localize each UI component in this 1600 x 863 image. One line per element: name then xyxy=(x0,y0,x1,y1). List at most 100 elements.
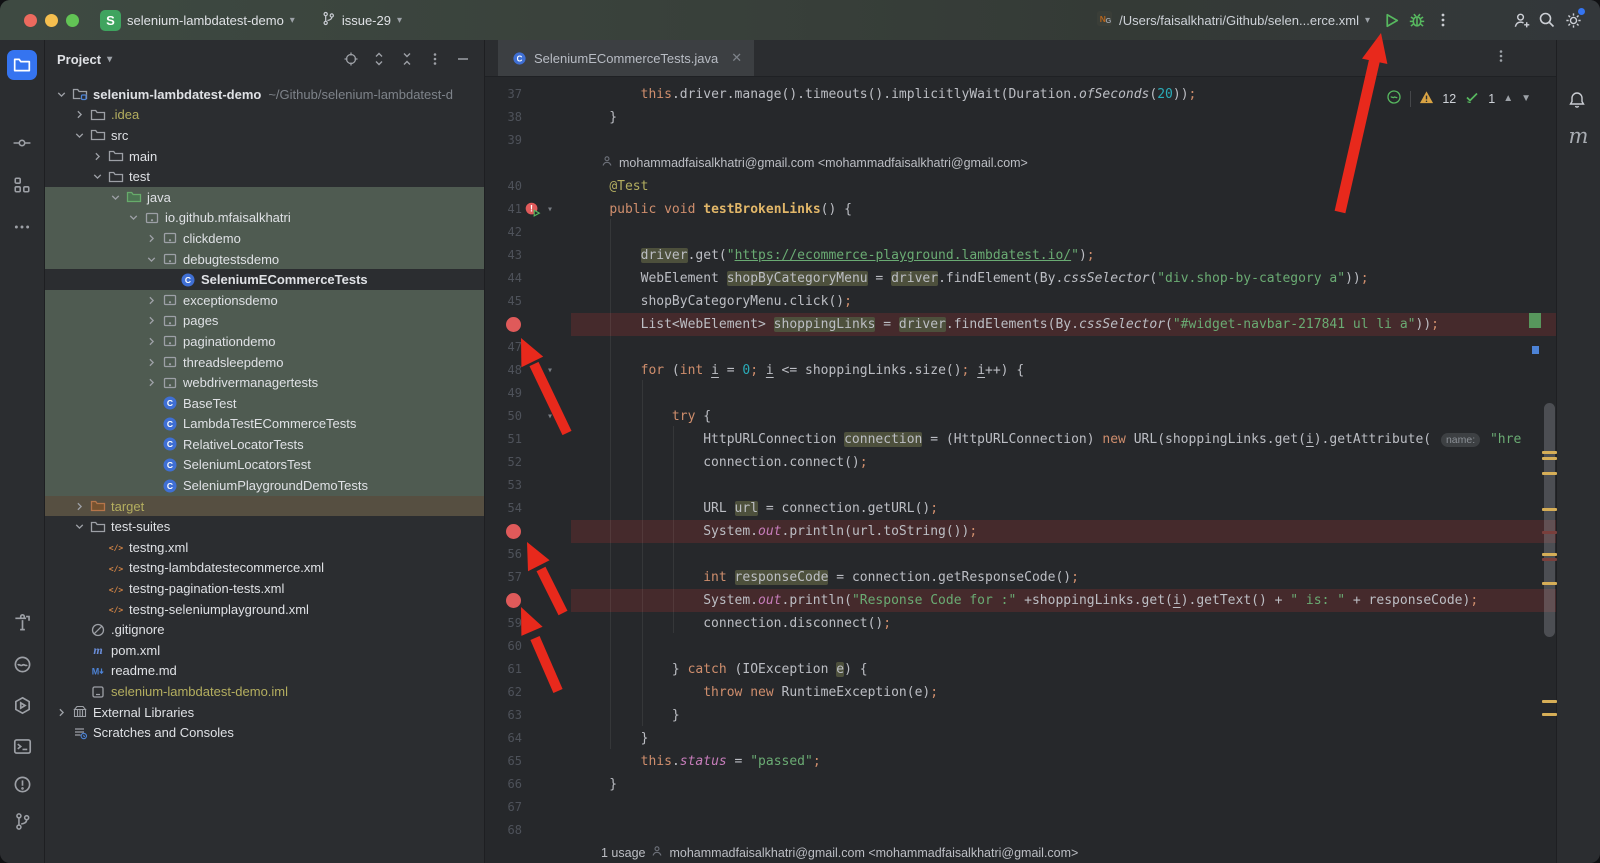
chevron-right-icon[interactable] xyxy=(143,232,160,245)
gutter[interactable]: 54 xyxy=(485,497,571,520)
gutter[interactable]: 56 xyxy=(485,543,571,566)
tree-item-testng-lambdatestecommerce-xml[interactable]: </>testng-lambdatestecommerce.xml xyxy=(45,558,484,579)
tree-item-test[interactable]: test xyxy=(45,166,484,187)
search-everywhere-button[interactable] xyxy=(1534,7,1560,33)
debug-button[interactable] xyxy=(1404,7,1430,33)
fold-chevron-icon[interactable]: ▾ xyxy=(547,359,553,382)
prev-problem-icon[interactable]: ▲ xyxy=(1503,93,1513,104)
chevron-right-icon[interactable] xyxy=(53,706,70,719)
gutter[interactable]: 60 xyxy=(485,635,571,658)
gutter[interactable]: 41!▾ xyxy=(485,198,571,221)
tree-item-testng-pagination-tests-xml[interactable]: </>testng-pagination-tests.xml xyxy=(45,578,484,599)
project-widget[interactable]: S selenium-lambdatest-demo ▾ xyxy=(92,6,303,35)
commit-tool-button[interactable] xyxy=(7,128,37,158)
tree-item-external-libraries[interactable]: External Libraries xyxy=(45,702,484,723)
version-control-tool-button[interactable] xyxy=(7,806,37,836)
chevron-down-icon[interactable] xyxy=(107,191,124,204)
chevron-down-icon[interactable] xyxy=(143,253,160,266)
gutter[interactable]: 65 xyxy=(485,750,571,773)
maven-tool-button[interactable]: m xyxy=(1557,124,1600,148)
collapse-all-button[interactable] xyxy=(394,46,420,72)
chevron-down-icon[interactable] xyxy=(71,520,88,533)
gutter[interactable]: 63 xyxy=(485,704,571,727)
chevron-right-icon[interactable] xyxy=(71,500,88,513)
hide-panel-button[interactable] xyxy=(450,46,476,72)
tree-item-selenium-lambdatest-demo-iml[interactable]: selenium-lambdatest-demo.iml xyxy=(45,681,484,702)
code-with-me-button[interactable] xyxy=(1508,7,1534,33)
tree-item-pages[interactable]: pages xyxy=(45,311,484,332)
tree-item-java[interactable]: java xyxy=(45,187,484,208)
close-tab-icon[interactable]: ✕ xyxy=(731,50,742,66)
tree-item--idea[interactable]: .idea xyxy=(45,105,484,126)
chevron-right-icon[interactable] xyxy=(143,294,160,307)
tree-item-target[interactable]: target xyxy=(45,496,484,517)
panel-options-button[interactable] xyxy=(422,46,448,72)
gutter[interactable]: 68 xyxy=(485,819,571,842)
chevron-right-icon[interactable] xyxy=(143,335,160,348)
gutter[interactable]: 67 xyxy=(485,796,571,819)
tab-selenium-ecommerce-tests[interactable]: C SeleniumECommerceTests.java ✕ xyxy=(498,40,754,76)
fold-chevron-icon[interactable]: ▾ xyxy=(547,658,553,681)
gutter[interactable]: 51 xyxy=(485,428,571,451)
chevron-down-icon[interactable] xyxy=(125,211,142,224)
gutter[interactable] xyxy=(485,589,571,612)
gutter[interactable]: 57 xyxy=(485,566,571,589)
gutter[interactable]: 40 xyxy=(485,175,571,198)
run-configuration-widget[interactable]: NG /Users/faisalkhatri/Github/selen...er… xyxy=(1088,6,1378,34)
chevron-down-icon[interactable] xyxy=(89,170,106,183)
branch-widget[interactable]: issue-29 ▾ xyxy=(313,7,410,33)
gutter[interactable] xyxy=(485,520,571,543)
tree-item-basetest[interactable]: CBaseTest xyxy=(45,393,484,414)
zoom-window-button[interactable] xyxy=(66,14,79,27)
gutter[interactable] xyxy=(485,152,571,175)
gutter[interactable]: 52 xyxy=(485,451,571,474)
close-window-button[interactable] xyxy=(24,14,37,27)
next-problem-icon[interactable]: ▼ xyxy=(1521,93,1531,104)
tree-item-testng-xml[interactable]: </>testng.xml xyxy=(45,537,484,558)
gutter[interactable]: 50▾ xyxy=(485,405,571,428)
tree-item-testng-seleniumplayground-xml[interactable]: </>testng-seleniumplayground.xml xyxy=(45,599,484,620)
more-actions-button[interactable] xyxy=(1430,7,1456,33)
gutter[interactable] xyxy=(485,842,571,863)
tree-item-seleniumplaygrounddemotests[interactable]: CSeleniumPlaygroundDemoTests xyxy=(45,475,484,496)
gutter[interactable]: 43 xyxy=(485,244,571,267)
settings-button[interactable] xyxy=(1560,7,1586,33)
chevron-right-icon[interactable] xyxy=(143,376,160,389)
fold-chevron-icon[interactable]: ▾ xyxy=(547,198,553,221)
tab-list-button[interactable] xyxy=(1493,48,1509,69)
usage-annotation[interactable]: 1 usagemohammadfaisalkhatri@gmail.com <m… xyxy=(571,842,1078,863)
tree-item-io-github-mfaisalkhatri[interactable]: io.github.mfaisalkhatri xyxy=(45,208,484,229)
gutter[interactable]: 45 xyxy=(485,290,571,313)
breakpoint-icon[interactable] xyxy=(506,593,521,608)
tree-item-paginationdemo[interactable]: paginationdemo xyxy=(45,331,484,352)
build-tool-button[interactable] xyxy=(7,607,37,637)
tree-item--gitignore[interactable]: .gitignore xyxy=(45,619,484,640)
tree-item-scratches-and-consoles[interactable]: Scratches and Consoles xyxy=(45,722,484,743)
services-tool-button[interactable] xyxy=(7,649,37,679)
gutter[interactable]: 37 xyxy=(485,83,571,106)
gutter[interactable]: 39 xyxy=(485,129,571,152)
tree-item-exceptionsdemo[interactable]: exceptionsdemo xyxy=(45,290,484,311)
chevron-down-icon[interactable] xyxy=(53,88,70,101)
tree-item-seleniumlocatorstest[interactable]: CSeleniumLocatorsTest xyxy=(45,455,484,476)
tree-item-src[interactable]: src xyxy=(45,125,484,146)
tree-item-main[interactable]: main xyxy=(45,146,484,167)
breakpoint-icon[interactable] xyxy=(506,524,521,539)
gutter[interactable]: 42 xyxy=(485,221,571,244)
editor-scrollbar[interactable] xyxy=(1544,403,1555,637)
code-area[interactable]: 37 this.driver.manage().timeouts().impli… xyxy=(485,77,1557,863)
notifications-button[interactable] xyxy=(1567,90,1587,115)
run-tool-button[interactable] xyxy=(7,690,37,720)
breakpoint-icon[interactable] xyxy=(506,317,521,332)
tree-item-seleniumecommercetests[interactable]: CSeleniumECommerceTests xyxy=(45,269,484,290)
tree-item-readme-md[interactable]: Mreadme.md xyxy=(45,661,484,682)
window-controls[interactable] xyxy=(24,14,92,27)
terminal-tool-button[interactable] xyxy=(7,731,37,761)
chevron-down-icon[interactable] xyxy=(71,129,88,142)
project-tool-button[interactable] xyxy=(7,50,37,80)
gutter[interactable]: 53 xyxy=(485,474,571,497)
gutter[interactable] xyxy=(485,313,571,336)
gutter[interactable]: 66 xyxy=(485,773,571,796)
gutter[interactable]: 61▾ xyxy=(485,658,571,681)
minimize-window-button[interactable] xyxy=(45,14,58,27)
